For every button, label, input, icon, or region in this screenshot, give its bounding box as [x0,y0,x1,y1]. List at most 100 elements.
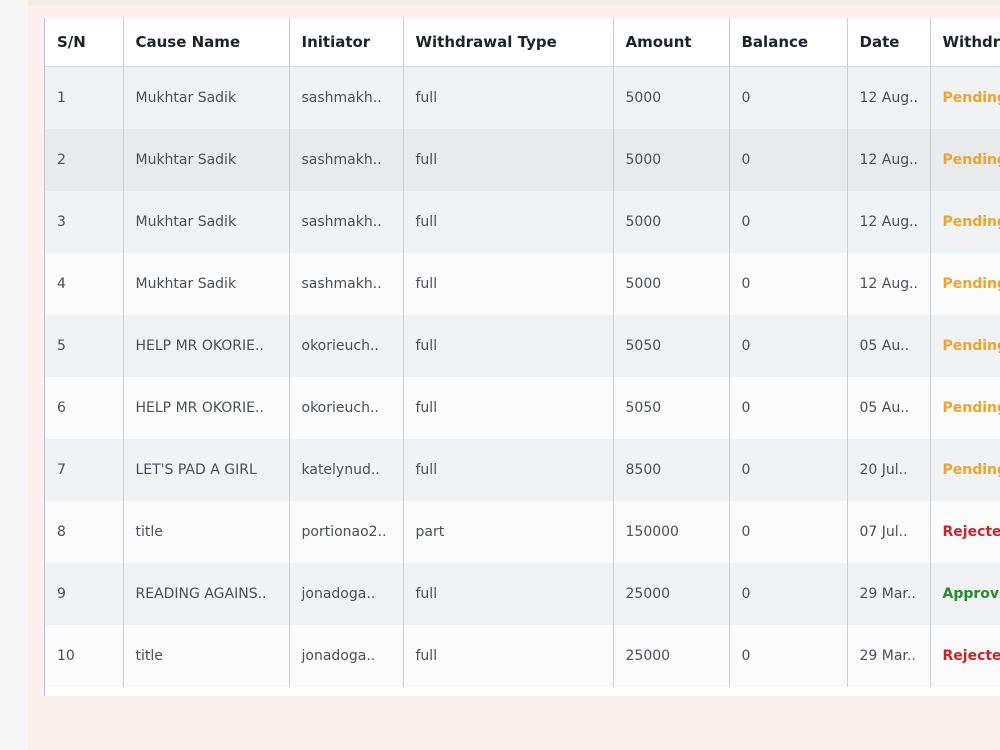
top-strip [28,0,1000,6]
cell-date: 29 Mar.. [847,625,931,687]
cell-cause-name: Mukhtar Sadik [123,129,290,191]
cell-sn: 5 [45,315,124,377]
cell-amount: 5000 [613,253,730,315]
cell-amount: 25000 [613,563,730,625]
cell-withdrawal-type: part [403,501,614,563]
table-row[interactable]: 8 title portionao2.. part 150000 0 07 Jul.. Rej… [45,501,1000,563]
cell-withdrawal-type: full [403,191,614,253]
cell-balance: 0 [729,625,848,687]
column-header-balance[interactable]: Balance [729,18,848,67]
cell-sn: 4 [45,253,124,315]
cell-balance: 0 [729,191,848,253]
cell-amount: 25000 [613,625,730,687]
table-row[interactable]: 1 Mukhtar Sadik sashmakh.. full 5000 0 12 Aug.… [45,66,1000,129]
cell-status: Pending [930,439,1000,501]
cell-balance: 0 [729,377,848,439]
cell-withdrawal-type: full [403,66,614,129]
cell-balance: 0 [729,501,848,563]
cell-cause-name: Mukhtar Sadik [123,191,290,253]
cell-date: 12 Aug.. [847,66,931,129]
cell-amount: 5000 [613,191,730,253]
cell-status: Pending [930,253,1000,315]
column-header-withdrawal-type[interactable]: Withdrawal Type [403,18,614,67]
cell-cause-name: LET'S PAD A GIRL [123,439,290,501]
cell-status: Pending [930,129,1000,191]
cell-date: 07 Jul.. [847,501,931,563]
cell-balance: 0 [729,129,848,191]
cell-sn: 10 [45,625,124,687]
cell-date: 12 Aug.. [847,129,931,191]
cell-amount: 8500 [613,439,730,501]
column-header-initiator[interactable]: Initiator [289,18,404,67]
column-header-date[interactable]: Date [847,18,931,67]
cell-date: 05 Au.. [847,377,931,439]
cell-initiator: sashmakh.. [289,191,404,253]
table-row[interactable]: 3 Mukhtar Sadik sashmakh.. full 5000 0 12 Aug.… [45,191,1000,253]
cell-amount: 5000 [613,129,730,191]
cell-withdrawal-type: full [403,377,614,439]
cell-sn: 9 [45,563,124,625]
cell-sn: 2 [45,129,124,191]
cell-sn: 1 [45,66,124,129]
cell-amount: 150000 [613,501,730,563]
cell-date: 12 Aug.. [847,191,931,253]
cell-date: 20 Jul.. [847,439,931,501]
table-row[interactable]: 9 READING AGAINS.. jonadoga.. full 25000 0 29 … [45,563,1000,625]
table-row[interactable]: 4 Mukhtar Sadik sashmakh.. full 5000 0 12 Aug.… [45,253,1000,315]
cell-sn: 3 [45,191,124,253]
withdrawals-table: S/N Cause Name Initiator Withdrawal Type… [45,18,1000,687]
cell-status: Pending [930,315,1000,377]
cell-sn: 7 [45,439,124,501]
cell-date: 29 Mar.. [847,563,931,625]
cell-amount: 5000 [613,66,730,129]
cell-withdrawal-type: full [403,253,614,315]
cell-initiator: sashmakh.. [289,253,404,315]
cell-initiator: sashmakh.. [289,66,404,129]
cell-cause-name: HELP MR OKORIE.. [123,315,290,377]
table-row[interactable]: 2 Mukhtar Sadik sashmakh.. full 5000 0 12 Aug.… [45,129,1000,191]
cell-sn: 6 [45,377,124,439]
column-header-cause-name[interactable]: Cause Name [123,18,290,67]
cell-balance: 0 [729,253,848,315]
cell-initiator: jonadoga.. [289,563,404,625]
cell-balance: 0 [729,66,848,129]
cell-date: 12 Aug.. [847,253,931,315]
cell-withdrawal-type: full [403,129,614,191]
cell-initiator: portionao2.. [289,501,404,563]
table-row[interactable]: 5 HELP MR OKORIE.. okorieuch.. full 5050 0 05 … [45,315,1000,377]
cell-initiator: sashmakh.. [289,129,404,191]
cell-status: Pending [930,191,1000,253]
cell-withdrawal-type: full [403,315,614,377]
table-row[interactable]: 7 LET'S PAD A GIRL katelynud.. full 8500 0 20 … [45,439,1000,501]
column-header-withdrawal-status[interactable]: Withdra [930,18,1000,67]
cell-initiator: okorieuch.. [289,315,404,377]
cell-sn: 8 [45,501,124,563]
cell-withdrawal-type: full [403,625,614,687]
left-gutter [0,0,28,750]
cell-initiator: okorieuch.. [289,377,404,439]
cell-cause-name: title [123,625,290,687]
cell-cause-name: Mukhtar Sadik [123,66,290,129]
column-header-amount[interactable]: Amount [613,18,730,67]
cell-status: Rejecte [930,625,1000,687]
table-header: S/N Cause Name Initiator Withdrawal Type… [45,18,1000,67]
withdrawals-table-container[interactable]: S/N Cause Name Initiator Withdrawal Type… [44,18,1000,696]
column-header-sn[interactable]: S/N [45,18,124,67]
cell-withdrawal-type: full [403,563,614,625]
cell-status: Rejecte [930,501,1000,563]
cell-balance: 0 [729,315,848,377]
cell-status: Pending [930,66,1000,129]
cell-balance: 0 [729,439,848,501]
cell-initiator: jonadoga.. [289,625,404,687]
cell-cause-name: READING AGAINS.. [123,563,290,625]
cell-amount: 5050 [613,377,730,439]
cell-initiator: katelynud.. [289,439,404,501]
cell-status: Approv [930,563,1000,625]
table-row[interactable]: 6 HELP MR OKORIE.. okorieuch.. full 5050 0 05 … [45,377,1000,439]
cell-status: Pending [930,377,1000,439]
table-row[interactable]: 10 title jonadoga.. full 25000 0 29 Mar.. Rejec… [45,625,1000,687]
cell-cause-name: Mukhtar Sadik [123,253,290,315]
table-body: 1 Mukhtar Sadik sashmakh.. full 5000 0 12 Aug.… [45,66,1000,687]
cell-balance: 0 [729,563,848,625]
cell-cause-name: title [123,501,290,563]
